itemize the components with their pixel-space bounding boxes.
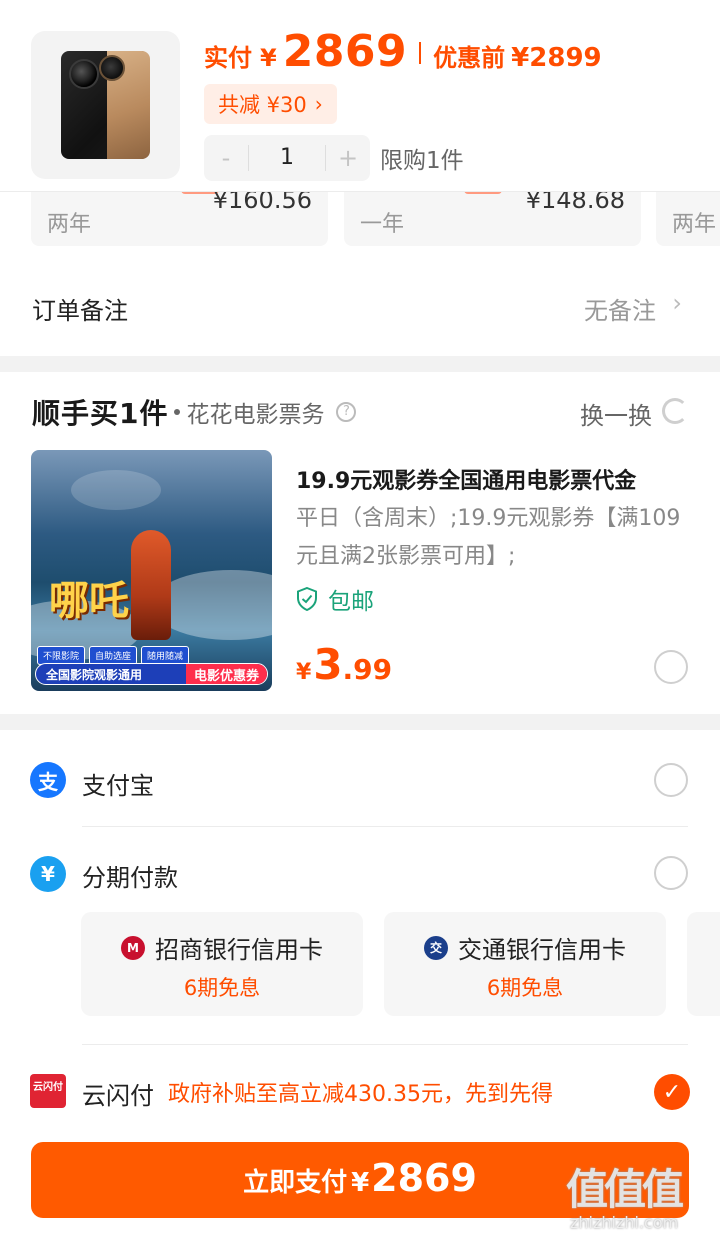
help-icon[interactable]: ? <box>336 402 357 422</box>
pay-now-label: 立即支付 <box>243 1168 348 1198</box>
unionpay-selected-check-icon[interactable]: ✓ <box>654 1074 690 1110</box>
pay-now-amount: 2869 <box>371 1156 477 1200</box>
poster-banner: 全国影院观影通用 电影优惠券 <box>35 663 268 685</box>
installment-label: 分期付款 <box>82 864 178 892</box>
plan-term: 两年 <box>47 212 92 237</box>
dot-separator <box>174 409 181 415</box>
discount-tag[interactable]: 共减 ¥30 › <box>204 84 337 124</box>
payment-option-installment[interactable]: ¥ 分期付款 <box>0 828 720 920</box>
addon-select-radio[interactable] <box>654 650 688 684</box>
bank-option-bocom[interactable]: 交 交通银行信用卡 6期免息 <box>384 912 666 1016</box>
shield-check-icon <box>297 587 317 611</box>
phone-back-image <box>99 51 150 159</box>
alipay-label: 支付宝 <box>82 772 154 800</box>
order-note-row[interactable]: 订单备注 无备注 › <box>0 262 720 354</box>
poster-banner-right: 电影优惠券 <box>185 664 267 684</box>
order-note-value: 无备注 <box>584 297 656 325</box>
bank-name-row: 交 交通银行信用卡 <box>384 930 666 965</box>
chevron-right-icon: › <box>314 92 323 116</box>
purchase-limit: 限购1件 <box>380 148 464 174</box>
product-thumbnail[interactable] <box>31 31 180 179</box>
pay-label: 实付 <box>204 44 252 72</box>
unionpay-label[interactable]: 云闪付 <box>82 1076 154 1111</box>
cmb-logo-icon: M <box>121 935 145 960</box>
addon-brand: 顺手买1件 <box>32 397 169 430</box>
bank-name: 交通银行信用卡 <box>458 936 626 964</box>
swap-button[interactable]: 换一换 <box>580 396 652 431</box>
plan-term: 两年 <box>672 212 717 237</box>
addon-title[interactable]: 19.9元观影券全国通用电影票代金 <box>296 463 636 495</box>
addon-description: 平日（含周末）;19.9元观影券【满109元且满2张影票可用】; <box>296 506 681 569</box>
section-divider <box>0 714 720 730</box>
bocom-logo-icon: 交 <box>424 935 448 960</box>
watermark-url: zhizhizhi.com <box>570 1213 679 1232</box>
decrement-button[interactable]: - <box>204 144 248 172</box>
increment-button[interactable]: + <box>326 144 370 172</box>
section-divider <box>0 356 720 372</box>
addon-shop: 花花电影票务 <box>186 402 325 428</box>
bank-option-cmb[interactable]: M 招商银行信用卡 6期免息 <box>81 912 363 1016</box>
unionpay-promo: 政府补贴至高立减430.35元，先到先得 <box>168 1082 553 1107</box>
pay-now-symbol: ¥ <box>351 1168 370 1198</box>
alipay-icon: 支 <box>30 762 66 798</box>
unionpay-icon: 云闪付 <box>30 1074 66 1108</box>
original-label: 优惠前 <box>433 44 506 72</box>
order-summary-header: 实付 ¥ 2869 优惠前 ¥2899 共减 ¥30 › - 1 + 限购1件 <box>0 0 720 192</box>
addon-price: ¥ 3 .99 <box>296 640 392 689</box>
quantity-stepper: - 1 + <box>204 135 370 181</box>
pay-amount: 2869 <box>282 26 408 77</box>
watermark-logo: 值值值 <box>566 1165 684 1214</box>
chevron-right-icon: › <box>672 289 682 317</box>
discount-text: 共减 ¥30 <box>218 93 307 117</box>
watermark: 值值值 zhizhizhi.com <box>566 1156 716 1240</box>
bank-name: 招商银行信用卡 <box>155 936 323 964</box>
order-note-label: 订单备注 <box>32 297 128 325</box>
original-amount: ¥2899 <box>511 43 602 73</box>
bank-option-more[interactable] <box>687 912 720 1016</box>
poster-banner-left: 全国影院观影通用 <box>46 667 143 682</box>
addon-product-image[interactable]: 哪吒 不限影院 自助选座 随用随减 全国影院观影通用 电影优惠券 <box>31 450 272 691</box>
installment-radio[interactable] <box>654 856 688 890</box>
bank-promo: 6期免息 <box>183 976 261 1000</box>
installment-icon: ¥ <box>30 856 66 892</box>
free-shipping-tag: 包邮 <box>296 582 374 616</box>
price-decimal: .99 <box>342 653 393 686</box>
bank-promo: 6期免息 <box>486 976 564 1000</box>
bank-name-row: M 招商银行信用卡 <box>81 930 363 965</box>
addon-header: 顺手买1件 花花电影票务 ? <box>32 392 357 432</box>
price-integer: 3 <box>313 640 343 689</box>
divider <box>419 42 422 64</box>
shipping-label: 包邮 <box>328 589 374 615</box>
currency-symbol: ¥ <box>260 44 277 72</box>
payment-option-alipay[interactable]: 支 支付宝 <box>0 734 720 826</box>
plan-term: 一年 <box>360 212 405 237</box>
alipay-radio[interactable] <box>654 763 688 797</box>
quantity-input[interactable]: 1 <box>248 145 326 171</box>
price-symbol: ¥ <box>296 660 312 685</box>
poster-logo: 哪吒 <box>49 577 129 624</box>
payment-total: 实付 ¥ 2869 优惠前 ¥2899 <box>204 26 602 80</box>
row-divider <box>82 826 688 827</box>
row-divider <box>82 1044 688 1045</box>
refresh-icon[interactable] <box>662 398 688 424</box>
